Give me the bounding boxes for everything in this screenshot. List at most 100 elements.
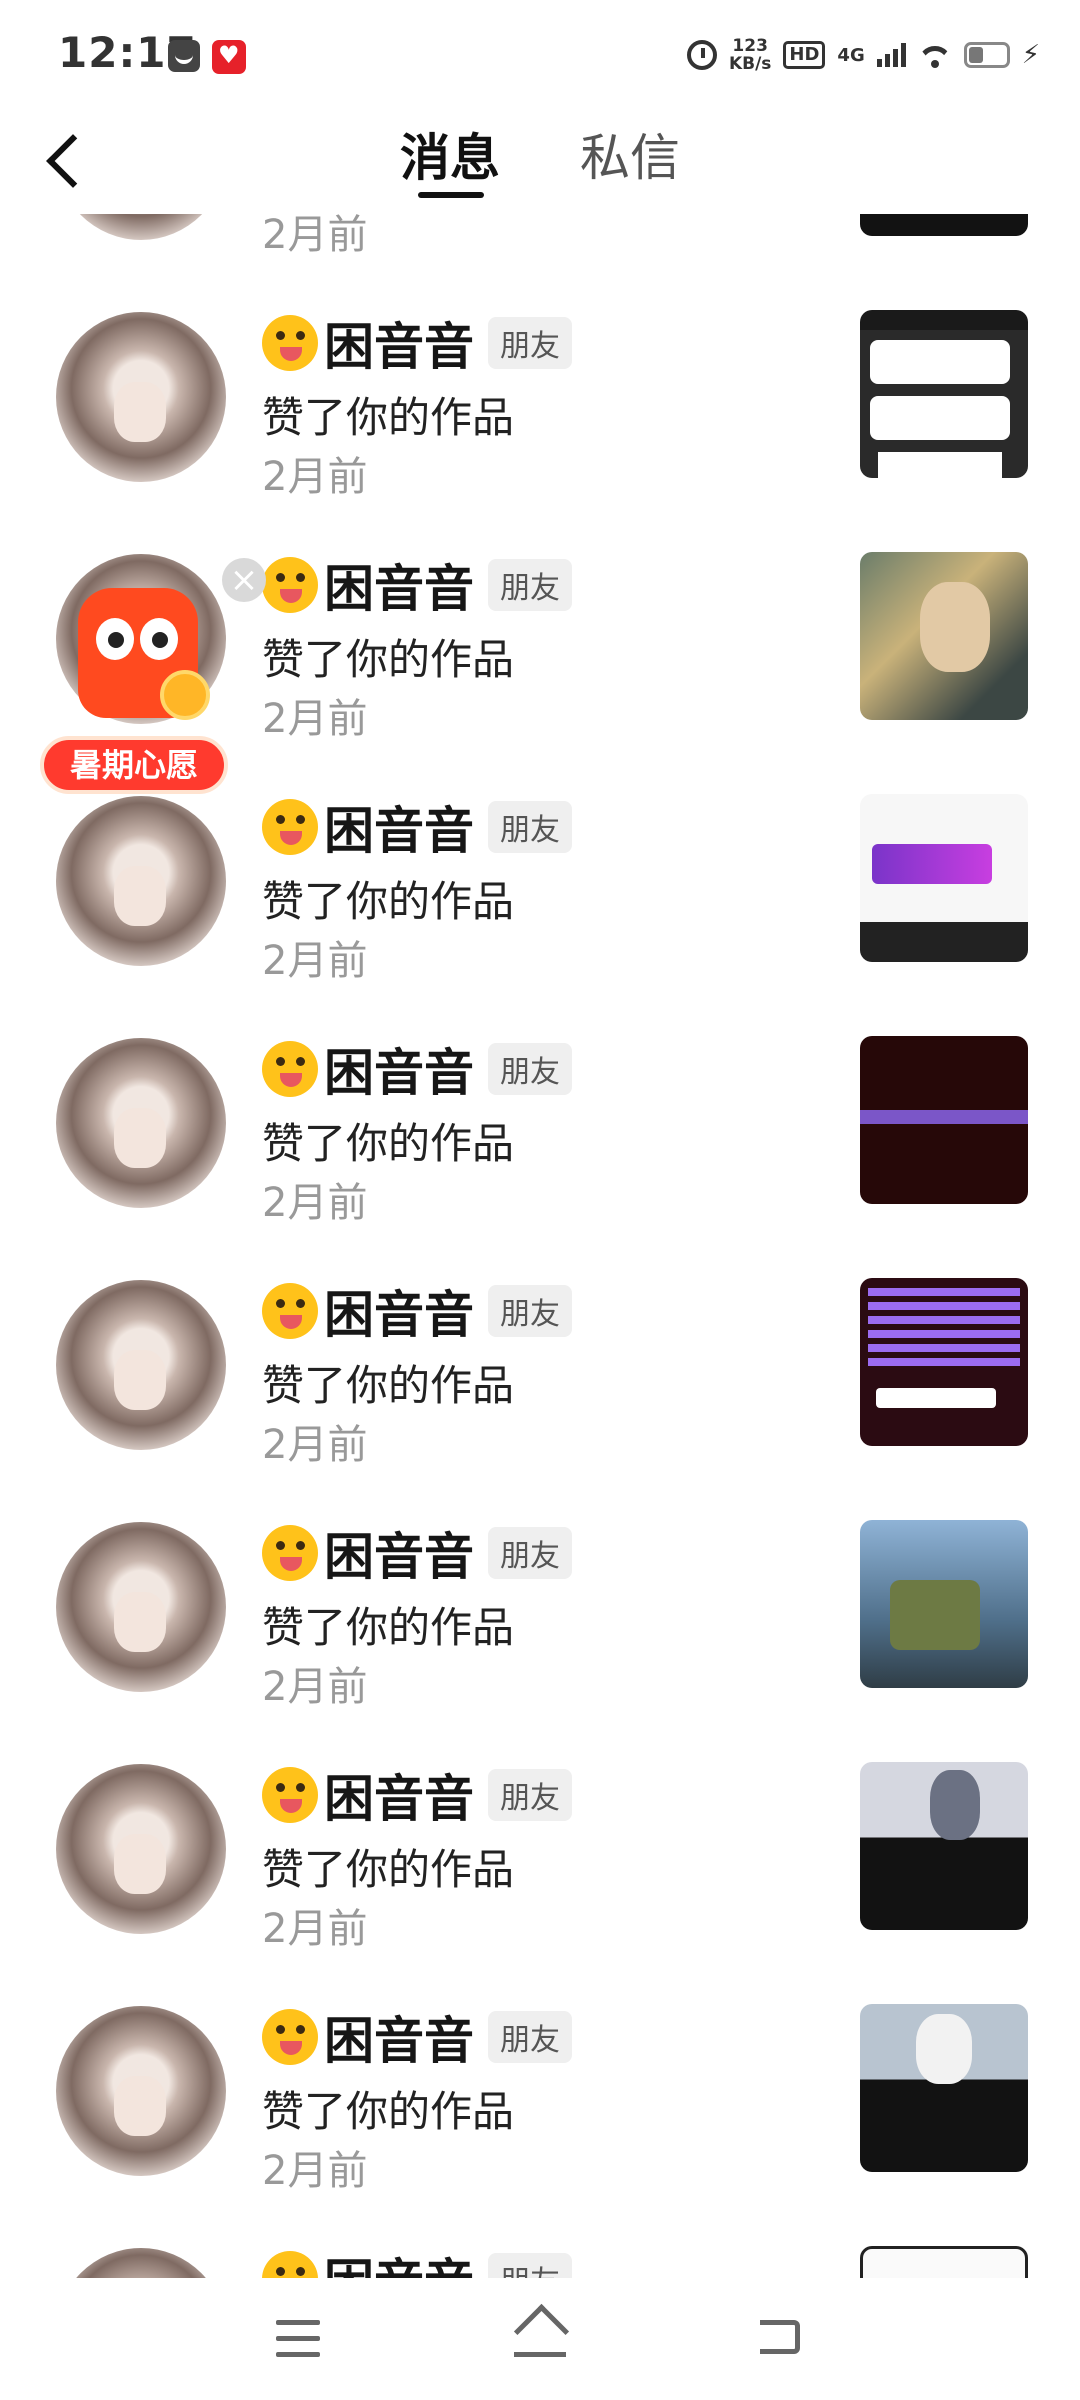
signal-icon [876,43,906,67]
work-thumbnail[interactable] [860,214,1028,236]
list-item[interactable]: 困音音 朋友 赞了你的作品 2月前 [0,1740,1080,1982]
user-name[interactable]: 困音音 [324,2243,474,2278]
speed-unit: KB/s [728,54,772,74]
user-name[interactable]: 困音音 [324,1517,474,1589]
summer-wish-promo[interactable]: × 暑期心愿 [40,558,266,798]
promo-label[interactable]: 暑期心愿 [40,736,228,794]
avatar[interactable] [56,2006,226,2176]
friend-badge: 朋友 [488,801,572,853]
friend-badge: 朋友 [488,2253,572,2278]
tongue-emoji-icon [262,1041,318,1097]
work-thumbnail[interactable] [860,1278,1028,1446]
friend-badge: 朋友 [488,559,572,611]
friend-badge: 朋友 [488,1285,572,1337]
item-time: 2月前 [262,1906,368,1952]
friend-badge: 朋友 [488,1769,572,1821]
list-item[interactable]: 困音音 朋友 赞了你的作品 2月前 [0,772,1080,1014]
active-tab-indicator [418,192,484,198]
avatar[interactable] [56,214,226,240]
work-thumbnail[interactable] [860,794,1028,962]
list-item[interactable]: 困音音 朋友 赞了你的作品 2月前 [0,1014,1080,1256]
tab-messages[interactable]: 消息 [400,118,500,190]
tongue-emoji-icon [262,557,318,613]
home-icon[interactable] [508,2308,572,2364]
user-name[interactable]: 困音音 [324,1759,474,1831]
name-line: 困音音 朋友 [262,1280,572,1344]
tongue-emoji-icon [262,315,318,371]
promo-close-button[interactable]: × [222,558,266,602]
network-speed: 123 KB/s [729,37,771,73]
tongue-emoji-icon [262,2251,318,2278]
item-time: 2月前 [262,1664,368,1710]
item-action: 赞了你的作品 [262,1361,515,1410]
work-thumbnail[interactable] [860,310,1028,478]
item-action: 赞了你的作品 [262,1119,515,1168]
avatar[interactable] [56,1038,226,1208]
item-time: 2月前 [262,696,368,742]
friend-badge: 朋友 [488,317,572,369]
tongue-emoji-icon [262,799,318,855]
name-line: 困音音 朋友 [262,2248,572,2278]
list-item[interactable]: 2月前 [0,214,1080,288]
notification-list[interactable]: 2月前 困音音 朋友 赞了你的作品 2月前 困音音 朋友 赞了你的作品 2月前 … [0,214,1080,2278]
name-line: 困音音 朋友 [262,1522,572,1586]
avatar[interactable] [56,312,226,482]
header: 消息 私信 [0,110,1080,220]
user-name[interactable]: 困音音 [324,1275,474,1347]
user-name[interactable]: 困音音 [324,307,474,379]
item-time: 2月前 [262,214,368,258]
alarm-icon [686,40,717,70]
item-action: 赞了你的作品 [262,2087,515,2136]
status-right: 123 KB/s HD 4G ⚡ [686,30,1040,80]
tongue-emoji-icon [262,1283,318,1339]
user-name[interactable]: 困音音 [324,1033,474,1105]
work-thumbnail[interactable] [860,552,1028,720]
mascot-eye [140,618,178,660]
network-type: 4G [837,44,865,66]
friend-badge: 朋友 [488,1527,572,1579]
avatar[interactable] [56,1280,226,1450]
work-thumbnail[interactable] [860,2246,1028,2278]
avatar[interactable] [56,1522,226,1692]
avatar[interactable] [56,1764,226,1934]
item-time: 2月前 [262,2148,368,2194]
name-line: 困音音 朋友 [262,554,572,618]
name-line: 困音音 朋友 [262,2006,572,2070]
wifi-icon [918,42,952,68]
menu-icon[interactable] [272,2314,328,2364]
list-item[interactable]: 困音音 朋友 [0,2224,1080,2278]
name-line: 困音音 朋友 [262,1038,572,1102]
user-name[interactable]: 困音音 [324,2001,474,2073]
hd-indicator: HD [783,41,826,69]
charging-icon: ⚡ [1021,40,1040,70]
list-item[interactable]: 困音音 朋友 赞了你的作品 2月前 [0,288,1080,530]
tongue-emoji-icon [262,2009,318,2065]
name-line: 困音音 朋友 [262,796,572,860]
system-nav-bar [0,2278,1080,2400]
speed-value: 123 [732,36,768,56]
tab-direct-messages[interactable]: 私信 [580,118,680,190]
work-thumbnail[interactable] [860,1036,1028,1204]
list-item[interactable]: 困音音 朋友 赞了你的作品 2月前 [0,1256,1080,1498]
work-thumbnail[interactable] [860,1520,1028,1688]
item-time: 2月前 [262,1180,368,1226]
work-thumbnail[interactable] [860,1762,1028,1930]
item-action: 赞了你的作品 [262,1603,515,1652]
work-thumbnail[interactable] [860,2004,1028,2172]
list-item[interactable]: 困音音 朋友 赞了你的作品 2月前 [0,1982,1080,2224]
friend-badge: 朋友 [488,2011,572,2063]
user-name[interactable]: 困音音 [324,791,474,863]
battery-icon [963,42,1010,68]
user-name[interactable]: 困音音 [324,549,474,621]
list-item[interactable]: 困音音 朋友 赞了你的作品 2月前 [0,1498,1080,1740]
coin-icon [160,670,210,720]
item-action: 赞了你的作品 [262,393,515,442]
name-line: 困音音 朋友 [262,312,572,376]
back-button[interactable] [32,120,102,200]
heart-app-icon [212,40,246,74]
avatar[interactable] [56,2248,226,2278]
friend-badge: 朋友 [488,1043,572,1095]
nav-back-icon[interactable] [752,2312,808,2362]
promo-mascot-icon[interactable] [60,578,210,728]
avatar[interactable] [56,796,226,966]
